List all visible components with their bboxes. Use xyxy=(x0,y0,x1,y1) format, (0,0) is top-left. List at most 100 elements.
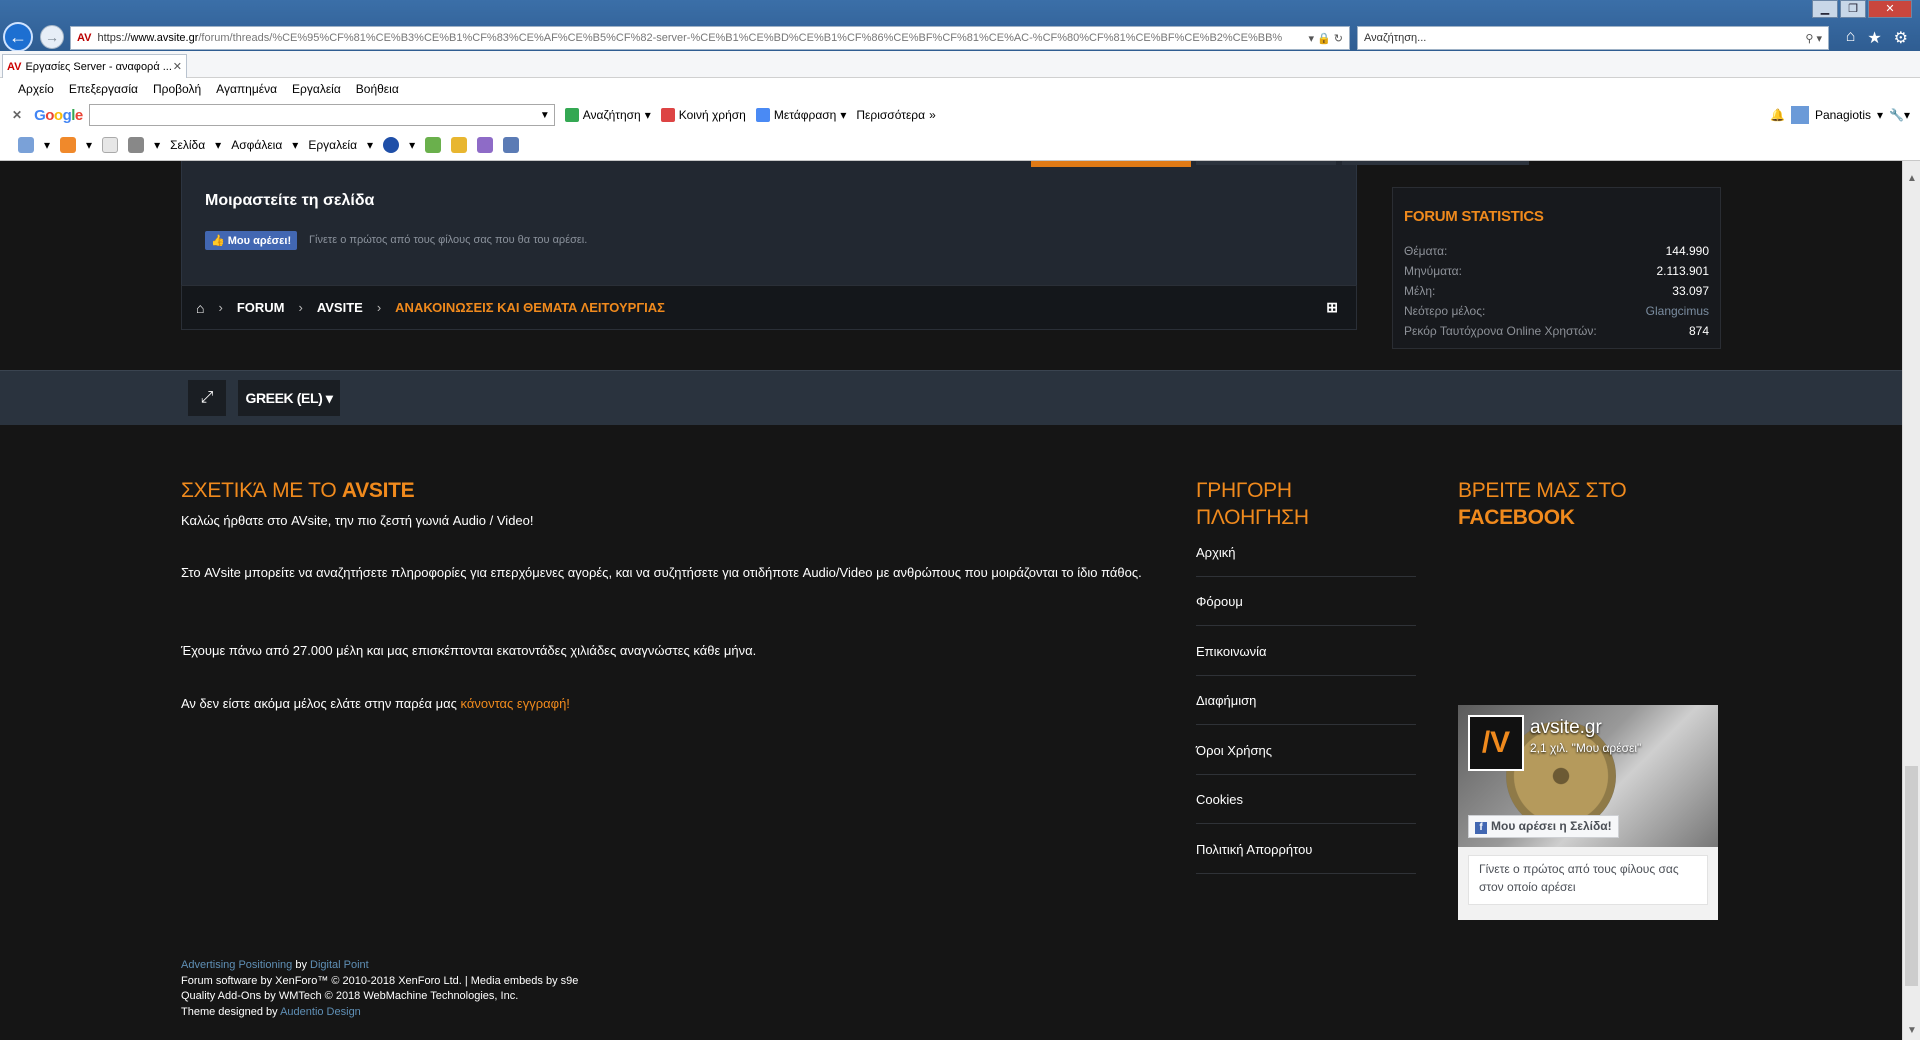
favorites-star-icon[interactable]: ★ xyxy=(1867,28,1881,48)
credit-text: Theme designed by xyxy=(181,1005,281,1018)
audentio-link[interactable]: Audentio Design xyxy=(280,1006,361,1018)
facebook-heading-line: ΒΡΕΙΤΕ ΜΑΣ ΣΤΟ xyxy=(1458,479,1627,502)
stats-value: 874 xyxy=(1688,324,1709,338)
arrow-right-icon: → xyxy=(45,29,59,45)
bookmark-icon[interactable] xyxy=(503,137,520,153)
expand-width-button[interactable]: ⤢ xyxy=(188,380,226,416)
credit-line: Theme designed by Audentio Design xyxy=(181,1005,578,1021)
scrollbar-thumb[interactable] xyxy=(1905,766,1918,986)
newest-member-link[interactable]: Glangcimus xyxy=(1646,304,1709,318)
like-note: Γίνετε ο πρώτος από τους φίλους σας που … xyxy=(309,234,588,246)
forward-button[interactable]: → xyxy=(40,25,64,49)
tab-title: Εργασίες Server - αναφορά ... xyxy=(25,60,172,73)
browser-tab[interactable]: AV Εργασίες Server - αναφορά ... ✕ xyxy=(2,54,187,78)
share-title: Μοιραστείτε τη σελίδα xyxy=(205,192,375,209)
google-translate-label: Μετάφραση xyxy=(773,108,837,122)
chevron-down-icon: ▼ xyxy=(539,109,550,121)
about-paragraph: Έχουμε πάνω από 27.000 μέλη και μας επισ… xyxy=(181,643,757,658)
breadcrumb-current[interactable]: ΑΝΑΚΟΙΝΩΣΕΙΣ ΚΑΙ ΘΕΜΑΤΑ ΛΕΙΤΟΥΡΓΙΑΣ xyxy=(395,300,665,315)
quicknav-advertising[interactable]: Διαφήμιση xyxy=(1196,676,1416,725)
breadcrumb-avsite[interactable]: AVSITE xyxy=(317,300,363,315)
messenger-icon[interactable] xyxy=(477,137,494,153)
tab-close-icon[interactable]: ✕ xyxy=(173,60,182,73)
quicknav-terms[interactable]: Όροι Χρήσης xyxy=(1196,726,1416,775)
vertical-scrollbar[interactable]: ▲ ▼ xyxy=(1902,161,1920,1040)
google-share-button[interactable]: Κοινή χρήση xyxy=(660,108,746,122)
google-toolbar: ✕ Google ▼ Αναζήτηση ▾ Κοινή χρήση Μετάφ… xyxy=(0,100,1920,130)
addon-icon[interactable] xyxy=(425,137,442,153)
stats-label: Μηνύματα: xyxy=(1404,264,1462,278)
url-prefix: https:// xyxy=(97,32,131,44)
quicknav-heading-line: ΓΡΗΓΟΡΗ xyxy=(1196,479,1292,502)
quicknav-contact[interactable]: Επικοινωνία xyxy=(1196,627,1416,676)
facebook-heading: ΒΡΕΙΤΕ ΜΑΣ ΣΤΟ FACEBOOK xyxy=(1458,477,1627,531)
menu-help[interactable]: Βοήθεια xyxy=(356,82,399,96)
quicknav-home[interactable]: Αρχική xyxy=(1196,528,1416,577)
stats-value: 144.990 xyxy=(1665,244,1709,258)
close-window-button[interactable]: ✕ xyxy=(1868,0,1912,18)
menu-tools[interactable]: Εργαλεία xyxy=(292,82,341,96)
tools-menu[interactable]: Εργαλεία xyxy=(308,138,357,152)
home-icon[interactable]: ⌂ xyxy=(196,300,204,316)
stats-label: Ρεκόρ Ταυτόχρονα Online Χρηστών: xyxy=(1404,324,1597,338)
translate-icon xyxy=(755,108,770,122)
wrench-icon[interactable]: 🔧▾ xyxy=(1889,108,1910,122)
restore-button[interactable]: ❐ xyxy=(1840,0,1866,18)
facebook-page-name[interactable]: avsite.gr xyxy=(1530,717,1602,739)
facebook-icon: f xyxy=(1475,822,1487,834)
sitemap-icon[interactable]: ⊞ xyxy=(1326,299,1338,316)
facebook-like-page-button[interactable]: f Μου αρέσει η Σελίδα! xyxy=(1468,815,1619,838)
tab-favicon: AV xyxy=(7,60,22,73)
mail-icon[interactable] xyxy=(102,137,119,153)
digital-point-link[interactable]: Digital Point xyxy=(310,959,369,971)
language-selector[interactable]: GREEK (EL) ▾ xyxy=(238,380,340,416)
google-search-button[interactable]: Αναζήτηση ▾ xyxy=(564,108,651,122)
print-icon[interactable] xyxy=(128,137,145,153)
breadcrumb-forum[interactable]: FORUM xyxy=(237,300,285,315)
address-bar[interactable]: AV https:// www.avsite.gr /forum/threads… xyxy=(70,26,1350,50)
forum-statistics: FORUM STATISTICS Θέματα: 144.990 Μηνύματα… xyxy=(1392,187,1721,349)
facebook-like-button[interactable]: 👍 Μου αρέσει! xyxy=(205,231,298,250)
menu-favorites[interactable]: Αγαπημένα xyxy=(216,82,277,96)
command-bar: ▾ ▾ ▾ Σελίδα ▾ Ασφάλεια ▾ Εργαλεία ▾ ▾ xyxy=(0,131,1920,159)
google-translate-button[interactable]: Μετάφραση ▾ xyxy=(755,108,846,122)
stats-title: FORUM STATISTICS xyxy=(1404,208,1544,225)
register-link[interactable]: κάνοντας εγγραφή! xyxy=(461,696,570,711)
page-menu[interactable]: Σελίδα xyxy=(170,138,205,152)
menu-file[interactable]: Αρχείο xyxy=(18,82,54,96)
credit-line: Advertising Positioning by Digital Point xyxy=(181,958,578,974)
research-icon[interactable] xyxy=(451,137,468,153)
settings-gear-icon[interactable]: ⚙ xyxy=(1894,28,1908,48)
google-user-menu[interactable]: 🔔 Panagiotis ▾ 🔧▾ xyxy=(1770,106,1910,124)
menu-edit[interactable]: Επεξεργασία xyxy=(69,82,138,96)
browser-search-input[interactable]: Αναζήτηση... ⚲ ▾ xyxy=(1357,26,1829,50)
notification-bell-icon[interactable]: 🔔 xyxy=(1770,108,1785,122)
help-icon[interactable] xyxy=(383,137,400,153)
language-label: GREEK (EL) xyxy=(245,390,323,406)
rss-feed-icon[interactable] xyxy=(60,137,77,153)
about-join-text: Αν δεν είστε ακόμα μέλος ελάτε στην παρέ… xyxy=(181,696,461,711)
google-more-button[interactable]: Περισσότερα » xyxy=(856,108,935,122)
toolbar-close-icon[interactable]: ✕ xyxy=(12,108,22,122)
home-icon[interactable]: ⌂ xyxy=(1846,28,1856,48)
menu-view[interactable]: Προβολή xyxy=(153,82,201,96)
home-page-icon[interactable] xyxy=(18,137,34,153)
quicknav-forum[interactable]: Φόρουμ xyxy=(1196,577,1416,626)
minimize-button[interactable]: ▁ xyxy=(1812,0,1838,18)
url-host: www.avsite.gr xyxy=(130,32,199,44)
quicknav-privacy[interactable]: Πολιτική Απορρήτου xyxy=(1196,825,1416,874)
search-icon[interactable]: ⚲ ▾ xyxy=(1805,32,1822,45)
facebook-page-widget[interactable]: /V avsite.gr 2,1 χιλ. "Μου αρέσει" f Μου … xyxy=(1458,705,1718,920)
back-button[interactable]: ← xyxy=(3,22,33,52)
scroll-up-icon[interactable]: ▲ xyxy=(1903,173,1920,184)
safety-menu[interactable]: Ασφάλεια xyxy=(231,138,282,152)
google-search-input[interactable]: ▼ xyxy=(88,104,555,126)
footer-credits: Advertising Positioning by Digital Point… xyxy=(181,958,578,1020)
footer: ΣΧΕΤΙΚΆ ΜΕ ΤΟ AVSITE Καλώς ήρθατε στο AV… xyxy=(0,425,1902,1040)
advertising-link[interactable]: Advertising Positioning xyxy=(181,959,292,971)
scroll-down-icon[interactable]: ▼ xyxy=(1903,1025,1920,1036)
quicknav-cookies[interactable]: Cookies xyxy=(1196,775,1416,824)
stats-row: Νεότερο μέλος: Glangcimus xyxy=(1404,304,1709,318)
stats-label: Μέλη: xyxy=(1404,284,1436,298)
stats-row: Θέματα: 144.990 xyxy=(1404,244,1709,258)
